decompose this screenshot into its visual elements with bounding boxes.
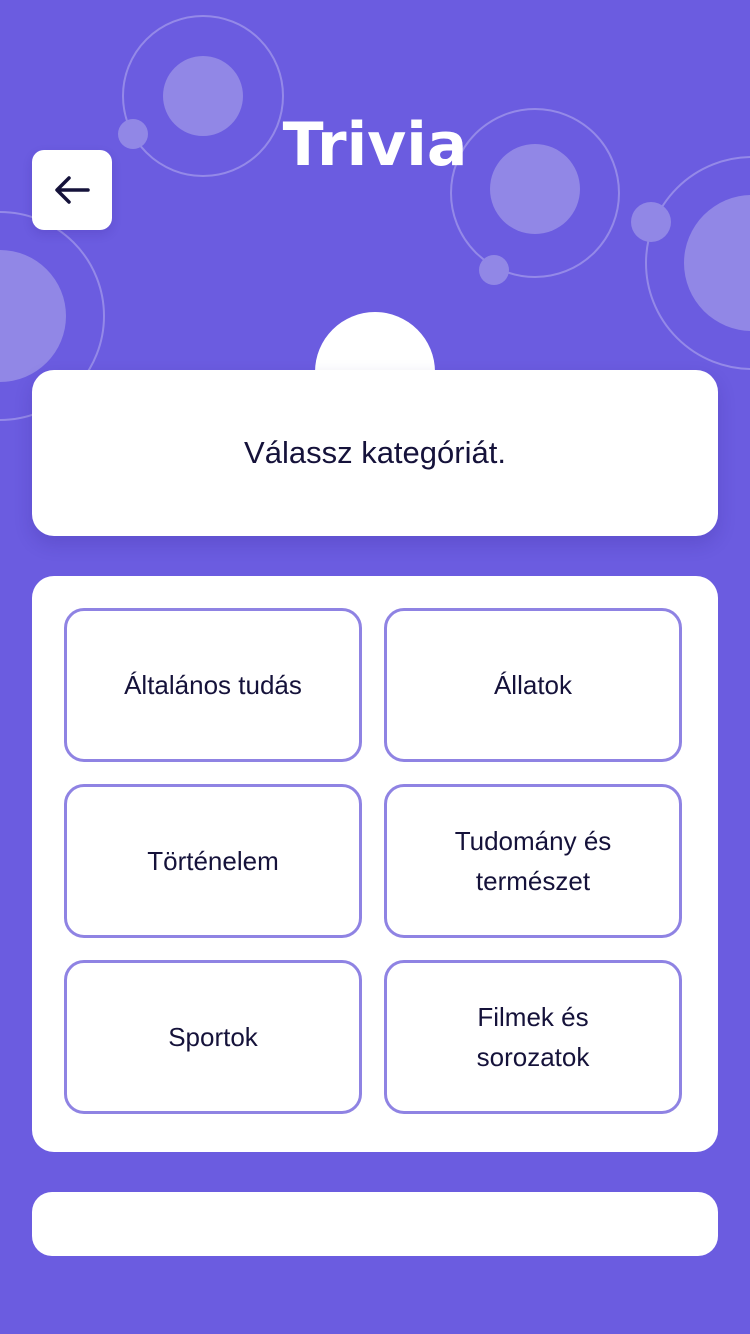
category-option-sports[interactable]: Sportok (64, 960, 362, 1114)
category-option-animals[interactable]: Állatok (384, 608, 682, 762)
category-option-science-nature[interactable]: Tudomány és természet (384, 784, 682, 938)
category-option-movies-series[interactable]: Filmek és sorozatok (384, 960, 682, 1114)
progress-bar (32, 1192, 718, 1256)
category-option-history[interactable]: Történelem (64, 784, 362, 938)
category-panel: Általános tudás Állatok Történelem Tudom… (32, 576, 718, 1152)
page-title: Trivia (282, 110, 468, 180)
category-option-general-knowledge[interactable]: Általános tudás (64, 608, 362, 762)
question-text: Válassz kategóriát. (244, 435, 506, 470)
